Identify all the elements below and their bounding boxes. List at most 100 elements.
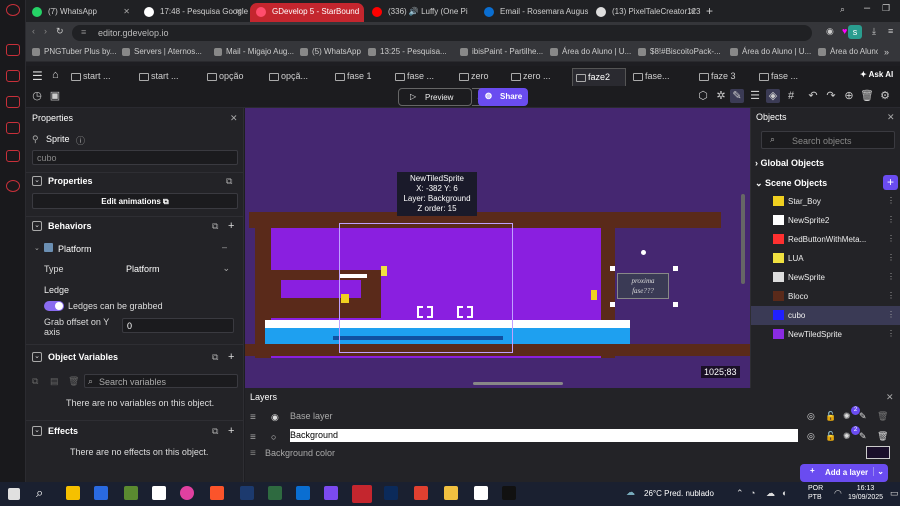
close-panel-icon[interactable]: ✕ (887, 112, 895, 123)
lock-icon[interactable]: 🔓 (825, 411, 836, 422)
maximize-icon[interactable]: ❐ (882, 3, 890, 14)
sidebar-app-icon[interactable] (6, 122, 20, 134)
sprite-object[interactable] (591, 290, 597, 300)
editor-tab-active[interactable]: faze2 (572, 68, 626, 86)
next-phase-sign[interactable]: proxima fase??? (617, 273, 669, 299)
object-item[interactable]: NewSprite2 ⋮ (751, 211, 900, 230)
bookmark[interactable]: ibisPaint - Partilhe... (460, 47, 543, 56)
new-tab-icon[interactable]: + (706, 4, 713, 18)
settings-icon[interactable]: ⚙ (878, 89, 892, 103)
file-explorer-icon[interactable] (66, 486, 80, 500)
ibispaint-icon[interactable] (240, 486, 254, 500)
bookmark[interactable]: PNGTuber Plus by... (32, 47, 116, 56)
horizontal-scrollbar[interactable] (473, 382, 563, 385)
more-options-icon[interactable]: ⋮ (887, 196, 895, 205)
edit-icon[interactable]: ✎ (859, 411, 867, 422)
browser-tab[interactable]: Email - Rosemara August (478, 3, 588, 22)
app-icon[interactable] (152, 486, 166, 500)
paste-icon[interactable]: ▤ (50, 376, 59, 387)
delete-icon[interactable]: 🗑 (860, 89, 874, 103)
sidebar-app-icon[interactable] (6, 96, 20, 108)
browser-tab-active[interactable]: GDevelop 5 - StarBound (250, 3, 364, 22)
app-tray-icon[interactable]: ◐ (782, 488, 787, 498)
editor-tab[interactable]: start ... (68, 68, 130, 86)
more-options-icon[interactable]: ⋮ (887, 272, 895, 281)
wifi-icon[interactable]: ◠ (834, 488, 842, 499)
expand-icon[interactable]: ⌄ (34, 244, 40, 252)
bookmark[interactable]: Área do Aluno | U... (818, 47, 878, 56)
effects-icon[interactable]: ✺ (843, 431, 851, 442)
undo-icon[interactable]: ↶ (806, 89, 820, 103)
back-icon[interactable]: ‹ (32, 26, 35, 36)
browser-tab[interactable]: 17:48 - Pesquisa Google ✕ (138, 3, 248, 22)
background-layer-name[interactable]: Background (290, 429, 798, 442)
delete-icon[interactable]: 🗑 (68, 376, 79, 387)
more-options-icon[interactable]: ⋮ (887, 310, 895, 319)
close-tab-icon[interactable]: ✕ (235, 7, 242, 16)
browser-tab[interactable]: (13) PixelTaleCreator123 ✕ (590, 3, 702, 22)
scene-canvas[interactable]: proxima fase??? NewTiledSprite X: -382 Y… (245, 108, 750, 388)
more-options-icon[interactable]: ⋮ (887, 234, 895, 243)
app-icon[interactable] (94, 486, 108, 500)
forward-icon[interactable]: › (44, 26, 47, 36)
close-tab-icon[interactable]: ✕ (689, 7, 696, 16)
site-info-icon[interactable]: ≡ (81, 27, 86, 37)
share-button[interactable]: ◍ Share (478, 88, 528, 106)
open-external-icon[interactable]: ⧉ (212, 221, 218, 232)
background-color-swatch[interactable] (866, 446, 890, 459)
sidebar-app-icon[interactable] (6, 150, 20, 162)
minimize-icon[interactable]: – (864, 2, 870, 14)
search-variables-input[interactable]: ⌕ Search variables (84, 374, 238, 388)
edit-icon[interactable]: ✎ (859, 431, 867, 442)
brave-icon[interactable] (210, 486, 224, 500)
browser-tab[interactable]: (336) 🔊 Luffy (One Pi (366, 3, 476, 22)
resize-handle[interactable] (673, 266, 678, 271)
editor-tab[interactable]: zero (456, 68, 506, 86)
app-icon[interactable] (414, 486, 428, 500)
search-objects-input[interactable]: ⌕ Search objects (761, 131, 895, 149)
collapse-icon[interactable]: ⌄ (32, 221, 42, 231)
app-icon[interactable] (180, 486, 194, 500)
more-options-icon[interactable]: ⋮ (887, 253, 895, 262)
search-tabs-icon[interactable]: ⌕ (840, 4, 845, 15)
more-bookmarks-icon[interactable]: » (884, 47, 889, 57)
global-objects-header[interactable]: › Global Objects (755, 158, 824, 168)
object-groups-icon[interactable]: ✲ (714, 89, 728, 103)
resize-handle[interactable] (610, 266, 615, 271)
radio-selected-icon[interactable]: ◉ (271, 412, 279, 423)
collapse-behavior-icon[interactable]: – (222, 242, 227, 252)
add-object-button[interactable]: + (883, 175, 898, 190)
collapse-icon[interactable]: ⌄ (32, 426, 42, 436)
add-layer-button[interactable]: + Add a layer ⌄ (800, 464, 888, 482)
editor-tab[interactable]: opçã... (266, 68, 328, 86)
reload-icon[interactable]: ↻ (56, 26, 64, 37)
onedrive-icon[interactable]: ☁ (766, 488, 775, 499)
collapse-icon[interactable]: ⌄ (32, 352, 42, 362)
editor-tab[interactable]: start ... (136, 68, 198, 86)
bookmark[interactable]: 13:25 - Pesquisa... (368, 47, 447, 56)
app-icon[interactable] (444, 486, 458, 500)
delete-icon[interactable]: 🗑 (877, 411, 888, 422)
editor-tab[interactable]: faze 3 (696, 68, 754, 86)
heart-icon[interactable]: ♥ (842, 26, 847, 36)
type-select[interactable]: Platform ⌄ (122, 261, 234, 277)
menu-icon[interactable]: ≡ (888, 26, 893, 36)
search-icon[interactable]: ⌕ (36, 485, 43, 501)
grid-icon[interactable]: # (784, 89, 798, 103)
help-icon[interactable]: ⓘ (76, 134, 85, 147)
bookmark[interactable]: Servers | Aternos... (122, 47, 202, 56)
lock-icon[interactable]: 🔓 (825, 431, 836, 442)
edit-animations-button[interactable]: Edit animations ⧉ (32, 193, 238, 209)
bookmark[interactable]: Mail - Migajo Aug... (214, 47, 294, 56)
visibility-icon[interactable]: ◎ (807, 411, 815, 422)
editor-tab[interactable]: fase ... (392, 68, 454, 86)
more-options-icon[interactable]: ⋮ (887, 291, 895, 300)
download-icon[interactable]: ⤓ (872, 26, 876, 37)
editor-tab[interactable]: fase ... (756, 68, 818, 86)
radio-icon[interactable]: ○ (271, 432, 276, 442)
scene-objects-header[interactable]: ⌄ Scene Objects (755, 178, 827, 189)
add-effect-icon[interactable]: + (228, 425, 234, 437)
more-options-icon[interactable]: ⋮ (887, 215, 895, 224)
bookmark[interactable]: (5) WhatsApp (300, 47, 361, 56)
app-icon[interactable] (502, 486, 516, 500)
